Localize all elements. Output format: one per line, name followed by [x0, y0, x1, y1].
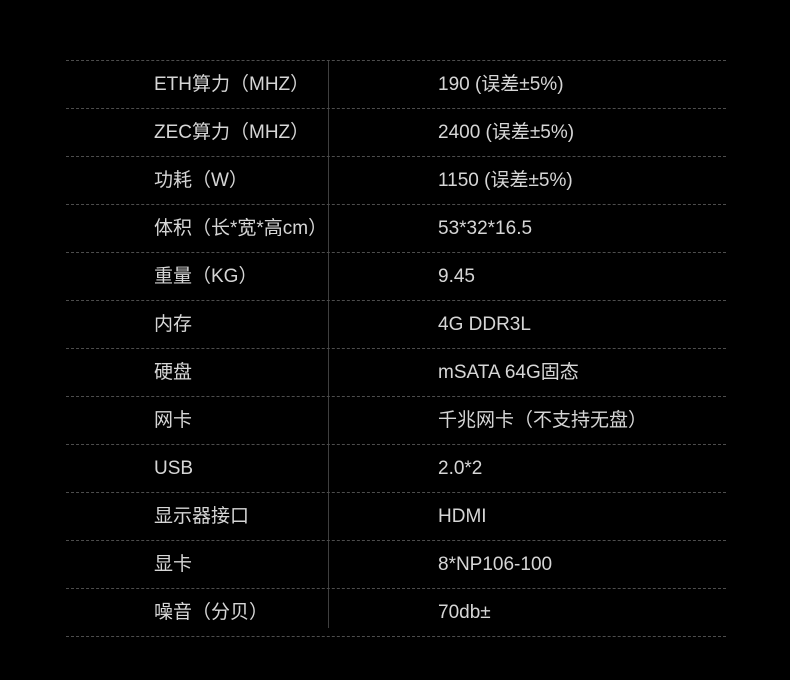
spec-row-weight: 重量（KG） 9.45 [66, 252, 726, 300]
spec-row-noise: 噪音（分贝） 70db± [66, 588, 726, 637]
spec-label: USB [154, 458, 194, 479]
spec-row-network: 网卡 千兆网卡（不支持无盘） [66, 396, 726, 444]
spec-label: 噪音（分贝） [154, 602, 269, 623]
spec-label: ZEC算力（MHZ） [154, 122, 310, 143]
spec-label: 硬盘 [154, 362, 193, 383]
spec-label: 功耗（W） [154, 170, 248, 191]
spec-row-storage: 硬盘 mSATA 64G固态 [66, 348, 726, 396]
spec-value: 2400 (误差±5%) [438, 122, 575, 143]
spec-value: 2.0*2 [438, 458, 483, 479]
spec-value: HDMI [438, 506, 487, 527]
spec-value: 4G DDR3L [438, 314, 531, 335]
spec-value: 53*32*16.5 [438, 218, 533, 239]
spec-table: ETH算力（MHZ） 190 (误差±5%) ZEC算力（MHZ） 2400 (… [66, 60, 726, 637]
spec-value: 千兆网卡（不支持无盘） [438, 410, 648, 431]
spec-label: 重量（KG） [154, 266, 258, 287]
spec-value: 1150 (误差±5%) [438, 170, 573, 191]
spec-label: 显卡 [154, 554, 193, 575]
spec-value: 8*NP106-100 [438, 554, 553, 575]
spec-value: mSATA 64G固态 [438, 362, 579, 383]
spec-label: 显示器接口 [154, 506, 250, 527]
spec-value: 70db± [438, 602, 491, 623]
spec-value: 9.45 [438, 266, 475, 287]
spec-value: 190 (误差±5%) [438, 74, 564, 95]
spec-label: 体积（长*宽*高cm） [154, 218, 328, 239]
spec-row-dimensions: 体积（长*宽*高cm） 53*32*16.5 [66, 204, 726, 252]
spec-row-power: 功耗（W） 1150 (误差±5%) [66, 156, 726, 204]
spec-label: 网卡 [154, 410, 193, 431]
spec-label: ETH算力（MHZ） [154, 74, 310, 95]
spec-row-eth-hashrate: ETH算力（MHZ） 190 (误差±5%) [66, 60, 726, 108]
spec-row-usb: USB 2.0*2 [66, 444, 726, 492]
spec-row-zec-hashrate: ZEC算力（MHZ） 2400 (误差±5%) [66, 108, 726, 156]
spec-row-memory: 内存 4G DDR3L [66, 300, 726, 348]
spec-label: 内存 [154, 314, 193, 335]
spec-row-display-port: 显示器接口 HDMI [66, 492, 726, 540]
spec-row-gpu: 显卡 8*NP106-100 [66, 540, 726, 588]
